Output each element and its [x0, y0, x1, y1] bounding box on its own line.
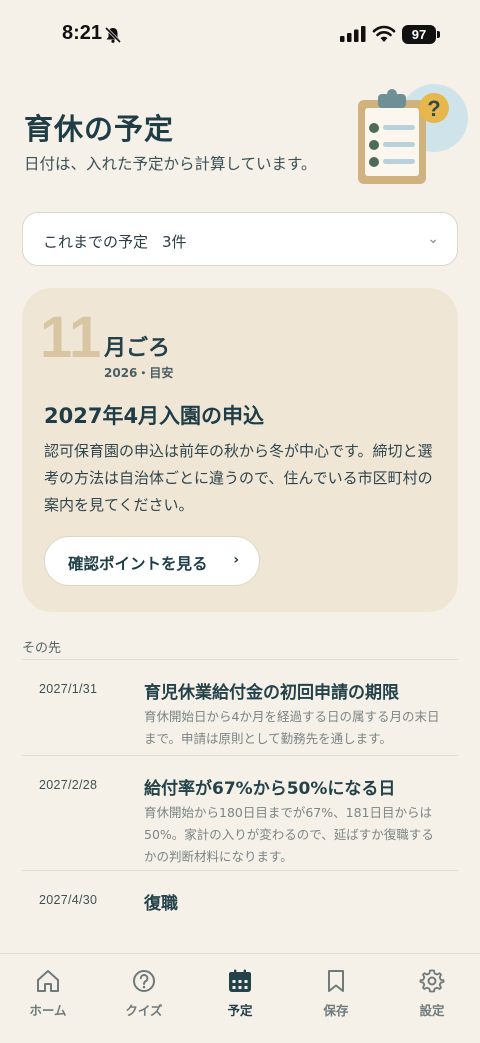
tab-bar: ホーム クイズ 予定 保存 設定 — [0, 953, 480, 1043]
gear-icon — [419, 969, 445, 993]
tab-saved[interactable]: 保存 — [301, 968, 371, 1019]
chevron-down-icon: ⌄ — [427, 231, 439, 247]
tab-home[interactable]: ホーム — [13, 968, 83, 1019]
wifi-icon — [372, 25, 396, 42]
history-dropdown[interactable]: これまでの予定 3件 ⌄ — [22, 212, 458, 266]
tab-label: 設定 — [419, 1003, 445, 1018]
featured-body: 認可保育園の申込は前年の秋から冬が中心です。締切と選考の方法は自治体ごとに違うの… — [44, 442, 433, 514]
view-checkpoints-button[interactable]: 確認ポイントを見る › — [44, 536, 260, 586]
tab-label: 保存 — [323, 1003, 349, 1018]
item-description: 育休開始から180日目までが67%、181日目からは50%。家計の入りが変わるの… — [144, 805, 434, 864]
tab-settings[interactable]: 設定 — [397, 968, 467, 1019]
status-bar: 8:21 97 — [0, 0, 480, 70]
month-number: 11 — [40, 305, 102, 370]
bell-muted-icon — [104, 27, 122, 43]
item-title: 給付率が67%から50%になる日 — [144, 779, 396, 799]
item-description: 育休開始日から4か月を経過する日の属する月の末日まで。申請は原則として勤務先を通… — [144, 709, 440, 746]
item-title: 復職 — [144, 894, 178, 914]
tab-quiz[interactable]: クイズ — [109, 968, 179, 1019]
timeline-item[interactable]: 2027/2/28 給付率が67%から50%になる日 育休開始から180日目まで… — [22, 756, 458, 871]
featured-title: 2027年4月入園の申込 — [44, 404, 265, 428]
tab-label: クイズ — [125, 1003, 163, 1018]
calendar-icon — [229, 969, 251, 992]
clipboard-question-illustration: ? — [358, 84, 468, 184]
tab-label: ホーム — [29, 1003, 67, 1018]
timeline-item[interactable]: 2027/4/30 復職 — [22, 871, 458, 931]
timeline-item[interactable]: 2027/1/31 育児休業給付金の初回申請の期限 育休開始日から4か月を経過す… — [22, 660, 458, 756]
item-date: 2027/4/30 — [39, 893, 98, 907]
page-subtitle: 日付は、入れた予定から計算しています。 — [24, 155, 317, 173]
history-count: 3件 — [162, 233, 187, 251]
item-date: 2027/1/31 — [39, 682, 98, 696]
item-date: 2027/2/28 — [39, 778, 98, 792]
view-checkpoints-label: 確認ポイントを見る — [68, 555, 208, 573]
svg-text:?: ? — [427, 96, 440, 121]
status-time: 8:21 — [62, 22, 103, 44]
history-label-text: これまでの予定 — [43, 233, 149, 251]
cellular-signal-icon — [340, 26, 366, 42]
featured-schedule-card: 11 月ごろ 2026・目安 2027年4月入園の申込 認可保育園の申込は前年の… — [22, 288, 458, 612]
bookmark-icon — [328, 970, 344, 992]
month-meta: 2026・目安 — [104, 366, 174, 380]
tab-label: 予定 — [227, 1003, 253, 1018]
item-title: 育児休業給付金の初回申請の期限 — [144, 683, 399, 703]
battery-tip — [437, 31, 440, 38]
month-suffix: 月ごろ — [104, 336, 171, 361]
question-icon — [133, 970, 155, 992]
page-title: 育休の予定 — [24, 112, 175, 146]
battery-indicator: 97 — [402, 25, 436, 44]
home-icon — [37, 970, 59, 992]
section-label-upcoming: その先 — [22, 641, 62, 656]
history-label: これまでの予定 3件 — [43, 231, 187, 252]
chevron-right-icon: › — [233, 552, 239, 568]
tab-schedule[interactable]: 予定 — [205, 968, 275, 1019]
